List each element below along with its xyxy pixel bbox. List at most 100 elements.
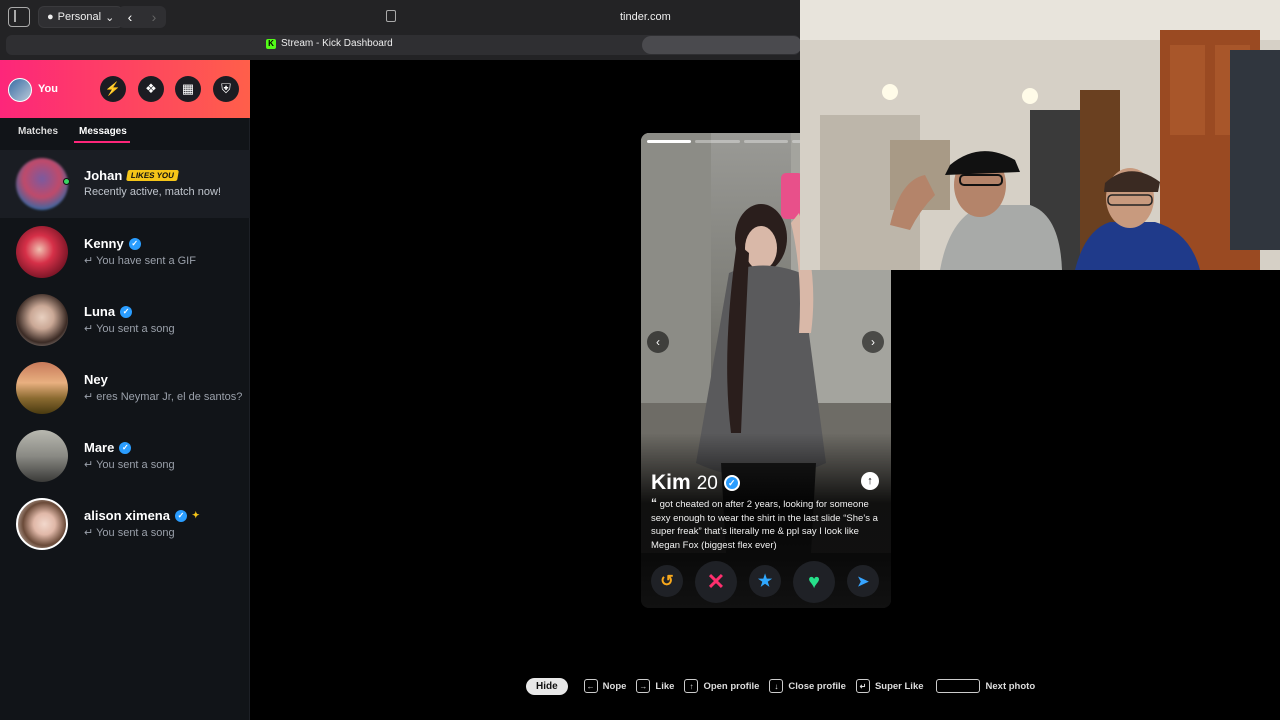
message-name-row: Ney xyxy=(84,372,108,387)
open-profile-button[interactable]: ↑ xyxy=(861,472,879,490)
profile-bio: “ got cheated on after 2 years, looking … xyxy=(651,496,881,552)
avatar[interactable] xyxy=(8,78,32,102)
list-item[interactable]: Luna ✓ ↵ You sent a song xyxy=(0,286,250,354)
tab-bar: K Stream - Kick Dashboard xyxy=(6,35,802,55)
message-name: Kenny xyxy=(84,236,124,251)
shortcut-bar: Hide ← Nope → Like ↑ Open profile ↓ Close pr… xyxy=(526,676,1045,696)
reply-arrow-icon: ↵ xyxy=(84,459,97,471)
verified-icon: ✓ xyxy=(723,475,740,491)
shortcut-super-like: ↵ Super Like xyxy=(855,679,924,693)
reply-arrow-icon: ↵ xyxy=(84,323,97,335)
verified-icon: ✓ xyxy=(119,441,132,454)
person-icon: ● xyxy=(47,11,54,23)
next-photo-button[interactable]: › xyxy=(862,331,884,353)
avatar xyxy=(16,226,68,278)
webcam-scene xyxy=(800,0,1280,270)
message-name: Ney xyxy=(84,372,108,387)
super-like-button[interactable]: ★ xyxy=(749,565,781,597)
tab-title: Stream - Kick Dashboard xyxy=(281,38,393,49)
message-name-row: Mare ✓ xyxy=(84,440,132,455)
reader-mode-icon[interactable] xyxy=(386,10,396,22)
message-preview: You sent a song xyxy=(96,459,175,471)
message-preview-row: ↵ You sent a song xyxy=(84,322,175,335)
message-name: Luna xyxy=(84,304,116,319)
list-item[interactable]: Johan LIKES YOU Recently active, match n… xyxy=(0,150,250,218)
profile-age: 20 xyxy=(696,473,718,494)
message-name: Mare xyxy=(84,440,115,455)
shortcut-open-profile: ↑ Open profile xyxy=(684,679,759,693)
shortcut-close-profile-label: Close profile xyxy=(788,680,846,692)
shortcut-next-photo: Next photo xyxy=(934,679,1035,693)
message-preview: You sent a song xyxy=(96,323,175,335)
nope-button[interactable]: ✕ xyxy=(695,561,737,603)
message-name: alison ximena xyxy=(84,508,170,523)
address-bar[interactable]: tinder.com xyxy=(380,6,800,28)
enter-key-icon: ↵ xyxy=(855,679,870,693)
reply-arrow-icon: ↵ xyxy=(84,255,97,267)
list-item[interactable]: Ney ↵ eres Neymar Jr, el de santos? xyxy=(0,354,250,422)
arrow-down-key-icon: ↓ xyxy=(769,679,784,693)
avatar xyxy=(16,158,68,210)
sidebar-toggle-icon[interactable] xyxy=(8,7,30,27)
quote-icon: “ xyxy=(651,496,657,510)
browser-profile-button[interactable]: ● Personal ⌄ xyxy=(38,6,124,28)
message-name-row: Kenny ✓ xyxy=(84,236,141,251)
message-name: Johan xyxy=(84,168,123,183)
message-preview: eres Neymar Jr, el de santos? xyxy=(96,391,243,403)
webcam-overlay xyxy=(800,0,1280,270)
online-status-dot xyxy=(63,178,70,185)
chevron-down-icon: ⌄ xyxy=(105,11,115,24)
boost-icon[interactable]: ⚡ xyxy=(100,76,126,102)
like-button[interactable]: ♥ xyxy=(793,561,835,603)
shop-icon[interactable]: ▦ xyxy=(175,76,201,102)
message-preview: Recently active, match now! xyxy=(84,186,221,198)
list-item[interactable]: Mare ✓ ↵ You sent a song xyxy=(0,422,250,490)
shortcut-close-profile: ↓ Close profile xyxy=(769,679,846,693)
tab-tinder[interactable] xyxy=(642,36,802,54)
spacebar-key-icon xyxy=(935,679,980,693)
browser-chrome: ● Personal ⌄ ‹ › tinder.com K Stream - K… xyxy=(0,0,802,60)
message-name-row: Luna ✓ xyxy=(84,304,133,319)
back-button[interactable]: ‹ xyxy=(118,6,142,28)
tab-kick-dashboard[interactable]: K Stream - Kick Dashboard xyxy=(266,38,393,49)
forward-button[interactable]: › xyxy=(142,6,166,28)
address-url: tinder.com xyxy=(620,11,671,23)
reply-arrow-icon: ↵ xyxy=(84,391,97,403)
action-bar: ↺ ✕ ★ ♥ ➤ xyxy=(641,561,891,605)
sparkle-icon: ✦ xyxy=(191,510,200,520)
tinder-sidebar: You ⚡ ❖ ▦ ⛨ Matches Messages Johan LIKES… xyxy=(0,60,250,720)
verified-icon: ✓ xyxy=(128,237,141,250)
profile-name: Kim xyxy=(651,471,691,494)
tab-messages[interactable]: Messages xyxy=(79,126,127,137)
list-item[interactable]: alison ximena ✓ ✦ ↵ You sent a song xyxy=(0,490,250,558)
message-preview-row: ↵ You sent a song xyxy=(84,458,175,471)
avatar xyxy=(16,430,68,482)
avatar xyxy=(16,498,68,550)
arrow-up-key-icon: ↑ xyxy=(684,679,699,693)
profile-label: Personal xyxy=(57,11,102,23)
message-preview-row: ↵ eres Neymar Jr, el de santos? xyxy=(84,390,242,403)
message-name-row: alison ximena ✓ ✦ xyxy=(84,508,200,523)
arrow-left-key-icon: ← xyxy=(583,679,598,693)
likes-you-badge: LIKES YOU xyxy=(126,170,180,181)
send-button[interactable]: ➤ xyxy=(847,565,879,597)
rewind-button[interactable]: ↺ xyxy=(651,565,683,597)
profile-name-row: Kim 20 ✓ xyxy=(651,471,740,495)
previous-photo-button[interactable]: ‹ xyxy=(647,331,669,353)
verified-icon: ✓ xyxy=(174,509,187,522)
tab-matches[interactable]: Matches xyxy=(18,126,58,137)
list-item[interactable]: Kenny ✓ ↵ You have sent a GIF xyxy=(0,218,250,286)
active-tab-indicator xyxy=(74,141,130,143)
self-name[interactable]: You xyxy=(38,83,58,95)
shortcut-nope: ← Nope xyxy=(583,679,626,693)
avatar xyxy=(16,294,68,346)
explore-icon[interactable]: ❖ xyxy=(138,76,164,102)
safety-shield-icon[interactable]: ⛨ xyxy=(213,76,239,102)
shortcut-like: → Like xyxy=(636,679,674,693)
navigation-buttons: ‹ › xyxy=(118,6,166,28)
shortcut-open-profile-label: Open profile xyxy=(703,680,760,692)
message-preview-row: ↵ You have sent a GIF xyxy=(84,254,196,267)
hide-shortcuts-button[interactable]: Hide xyxy=(526,677,568,695)
message-name-row: Johan LIKES YOU xyxy=(84,168,180,183)
verified-icon: ✓ xyxy=(120,305,133,318)
